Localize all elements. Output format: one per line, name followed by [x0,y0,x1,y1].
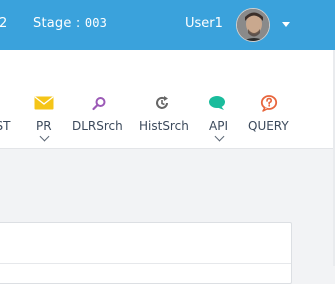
toolbar-item-api[interactable]: API [200,50,238,148]
user-name[interactable]: User1 [185,16,223,31]
stage-label: Stage : [33,16,85,31]
chevron-down-icon [214,131,225,142]
chat-bubble-icon [209,96,225,110]
divider [0,263,291,264]
user-menu-chevron-down-icon[interactable] [282,22,290,27]
toolbar-item-pr[interactable]: PR [28,50,62,148]
top-header-bar: 2 Stage : 003 User1 [0,0,335,50]
chevron-down-icon [39,131,50,142]
toolbar-item-label: JST [0,119,11,133]
stage-indicator: Stage : 003 [33,16,107,31]
history-icon [156,96,168,109]
envelope-icon [34,96,54,110]
toolbar-item-query[interactable]: QUERY [244,50,296,148]
toolbar-item-dlrsrch[interactable]: DLRSrch [68,50,126,148]
environment-label: 2 [0,16,8,31]
avatar-image [237,9,269,41]
toolbar-item-label: QUERY [248,119,289,133]
stage-code: 003 [84,16,108,30]
question-bubble-icon [260,95,278,112]
toolbar-item-histsrch[interactable]: HistSrch [134,50,192,148]
toolbar-item-label: HistSrch [139,119,189,133]
user-avatar[interactable] [236,8,270,42]
magnifier-icon [92,97,106,111]
content-panel [0,222,292,284]
toolbar-item-label: DLRSrch [72,119,123,133]
toolbar-item-jst[interactable]: JST [0,50,24,148]
toolbar: JST PR DLRSrch HistSrch API [0,50,335,149]
